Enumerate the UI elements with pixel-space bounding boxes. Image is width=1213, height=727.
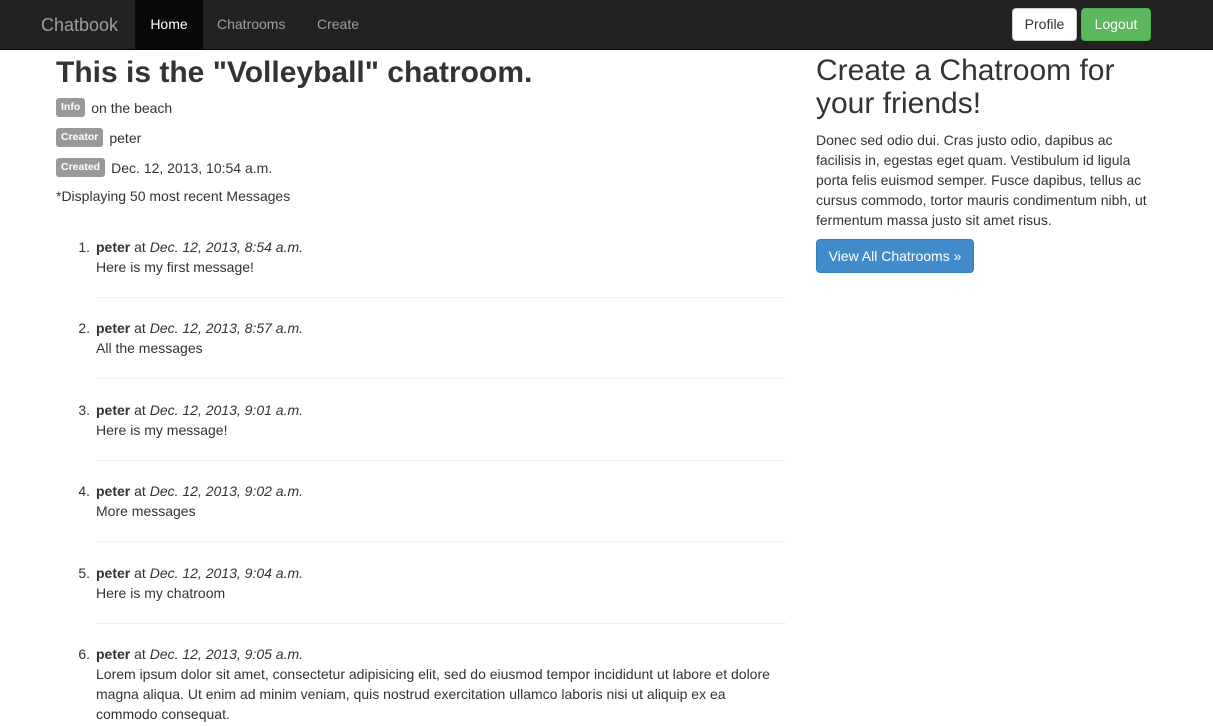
- message-divider: [96, 297, 786, 298]
- message-divider: [96, 460, 786, 461]
- message-header: peter at Dec. 12, 2013, 9:02 a.m.: [96, 481, 303, 501]
- logout-button[interactable]: Logout: [1081, 8, 1151, 41]
- message-header: peter at Dec. 12, 2013, 9:04 a.m.: [96, 563, 303, 583]
- message-number: 2.: [78, 320, 90, 336]
- message-text: Lorem ipsum dolor sit amet, consectetur …: [96, 666, 770, 722]
- info-value: on the beach: [91, 99, 173, 116]
- message-author: peter: [96, 565, 131, 581]
- message-author: peter: [96, 646, 131, 662]
- message-time: Dec. 12, 2013, 9:01 a.m.: [149, 402, 304, 418]
- created-row: Created Dec. 12, 2013, 10:54 a.m.: [56, 158, 272, 178]
- profile-button[interactable]: Profile: [1012, 8, 1077, 41]
- message-at: at: [134, 483, 146, 499]
- sidebar-text: Donec sed odio dui. Cras justo odio, dap…: [816, 132, 1147, 228]
- info-row: Info on the beach: [56, 98, 172, 118]
- view-all-chatrooms-button[interactable]: View All Chatrooms »: [816, 239, 974, 273]
- message-header: peter at Dec. 12, 2013, 9:01 a.m.: [96, 400, 303, 420]
- nav-create[interactable]: Create: [317, 0, 359, 49]
- message-divider: [96, 378, 786, 379]
- created-badge: Created: [56, 158, 106, 177]
- message-author: peter: [96, 320, 131, 336]
- displaying-note: *Displaying 50 most recent Messages: [56, 188, 291, 204]
- message-divider: [96, 541, 786, 542]
- title-prefix: This is the ": [56, 56, 227, 89]
- message-time: Dec. 12, 2013, 8:57 a.m.: [149, 320, 304, 336]
- message-text: All the messages: [96, 340, 203, 356]
- top-navbar: Chatbook Home Chatrooms Create Profile L…: [0, 0, 1213, 50]
- message-header: peter at Dec. 12, 2013, 8:57 a.m.: [96, 318, 303, 338]
- message-header: peter at Dec. 12, 2013, 9:05 a.m.: [96, 644, 303, 664]
- message-header: peter at Dec. 12, 2013, 8:54 a.m.: [96, 237, 303, 257]
- message-author: peter: [96, 402, 131, 418]
- brand-logo[interactable]: Chatbook: [41, 14, 118, 36]
- message-text: Here is my first message!: [96, 259, 254, 275]
- title-suffix: " chatroom.: [364, 56, 533, 89]
- message-author: peter: [96, 239, 131, 255]
- message-text: More messages: [96, 503, 196, 519]
- message-divider: [96, 623, 786, 624]
- message-number: 1.: [78, 239, 90, 255]
- created-value: Dec. 12, 2013, 10:54 a.m.: [111, 159, 273, 176]
- message-number: 6.: [78, 646, 90, 662]
- message-text: Here is my chatroom: [96, 585, 226, 601]
- message-number: 3.: [78, 402, 90, 418]
- message-at: at: [134, 239, 146, 255]
- sidebar-heading: Create a Chatroom for your friends!: [816, 54, 1115, 120]
- page-title: This is the "Volleyball" chatroom.: [56, 55, 786, 91]
- message-time: Dec. 12, 2013, 8:54 a.m.: [149, 239, 304, 255]
- creator-badge: Creator: [56, 128, 104, 147]
- message-at: at: [134, 565, 146, 581]
- message-at: at: [134, 402, 146, 418]
- info-badge: Info: [56, 98, 86, 117]
- message-at: at: [134, 646, 146, 662]
- message-time: Dec. 12, 2013, 9:04 a.m.: [149, 565, 304, 581]
- nav-home[interactable]: Home: [135, 0, 203, 49]
- message-text: Here is my message!: [96, 422, 228, 438]
- creator-row: Creator peter: [56, 128, 141, 148]
- nav-chatrooms[interactable]: Chatrooms: [217, 0, 285, 49]
- message-author: peter: [96, 483, 131, 499]
- room-name: Volleyball: [226, 56, 365, 89]
- message-at: at: [134, 320, 146, 336]
- message-time: Dec. 12, 2013, 9:02 a.m.: [149, 483, 304, 499]
- message-number: 4.: [78, 483, 90, 499]
- message-time: Dec. 12, 2013, 9:05 a.m.: [149, 646, 304, 662]
- creator-value: peter: [109, 129, 142, 146]
- message-number: 5.: [78, 565, 90, 581]
